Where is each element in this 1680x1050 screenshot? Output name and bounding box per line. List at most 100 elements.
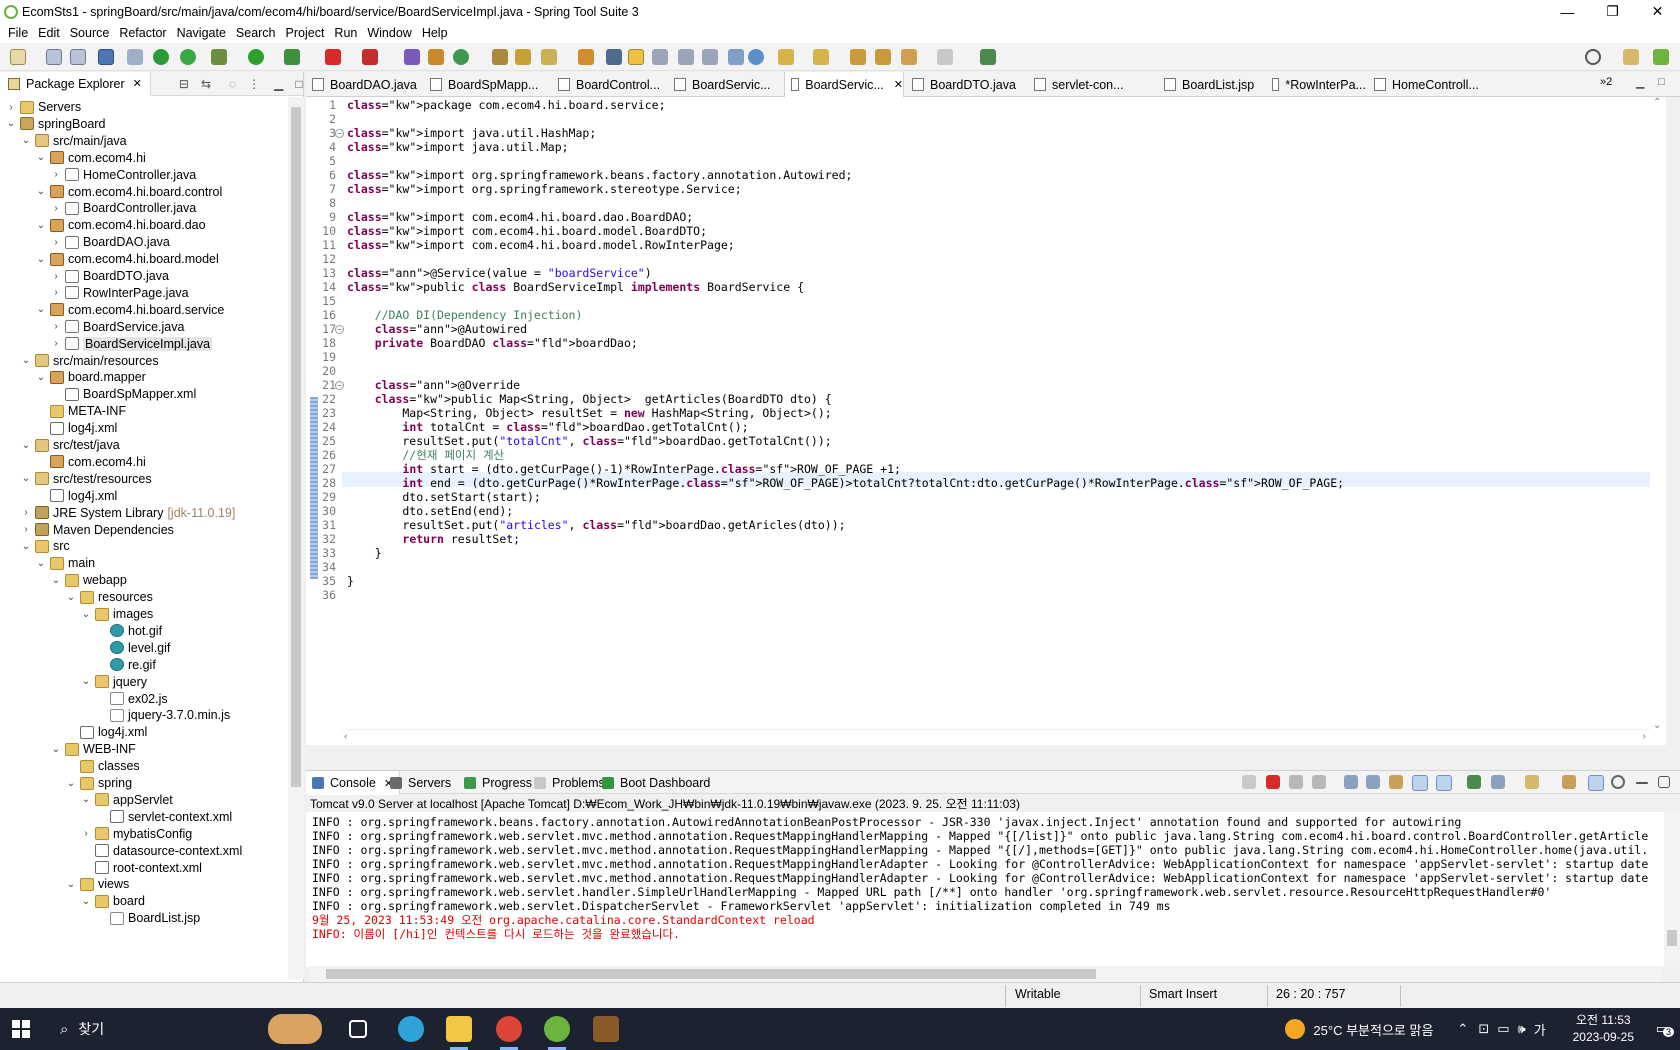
tree-item[interactable]: ⌄ com.ecom4.hi.board.dao [34, 216, 206, 234]
tree-item[interactable]: ⌄ board.mapper [34, 368, 146, 386]
editor-tab[interactable]: BoardDAO.java [306, 72, 422, 97]
forward-edit-icon[interactable] [875, 49, 891, 65]
collapse-chevron-icon[interactable]: › [49, 287, 63, 298]
tree-item[interactable]: META-INF [34, 402, 126, 420]
menu-refactor[interactable]: Refactor [117, 26, 174, 40]
ime-indicator[interactable]: 가 [1534, 1020, 1546, 1039]
search-icon[interactable] [1585, 49, 1601, 65]
spring-perspective-icon[interactable] [1653, 49, 1669, 65]
menu-search[interactable]: Search [234, 26, 284, 40]
open-folder-icon[interactable] [515, 49, 531, 65]
tree-item[interactable]: ⌄ com.ecom4.hi.board.control [34, 183, 222, 201]
editor-tab[interactable]: servlet-con... [1028, 72, 1156, 97]
taskbar-clock[interactable]: 오전 11:53 2023-09-25 [1573, 1012, 1634, 1046]
forward-icon[interactable] [937, 49, 953, 65]
run-tools-icon[interactable] [284, 49, 300, 65]
editor-tab[interactable]: BoardList.jsp [1158, 72, 1264, 97]
last-edit-location-icon[interactable] [850, 49, 866, 65]
file-explorer-icon[interactable] [446, 1016, 472, 1042]
editor-tab[interactable]: BoardControl... [552, 72, 666, 97]
back-icon[interactable] [901, 49, 917, 65]
tree-item[interactable]: › JRE System Library [jdk-11.0.19] [19, 504, 235, 522]
tree-item[interactable]: ⌄ com.ecom4.hi.board.model [34, 250, 219, 268]
console-hscroll-thumb[interactable] [326, 969, 1096, 979]
clear-console-icon[interactable] [1344, 775, 1358, 789]
collapse-chevron-icon[interactable]: › [49, 321, 63, 332]
expand-chevron-icon[interactable]: ⌄ [64, 778, 78, 789]
tree-scroll-thumb[interactable] [291, 107, 301, 787]
expand-chevron-icon[interactable]: ⌄ [34, 304, 48, 315]
tree-item[interactable]: ⌄ src/main/java [19, 132, 127, 150]
paragraph-icon[interactable] [728, 49, 744, 65]
expand-chevron-icon[interactable]: ⌄ [34, 152, 48, 163]
tree-item[interactable]: BoardSpMapper.xml [49, 385, 196, 403]
expand-chevron-icon[interactable]: ⌄ [34, 254, 48, 265]
tree-item[interactable]: ⌄ springBoard [4, 115, 106, 133]
tree-item[interactable]: ⌄ main [34, 554, 95, 572]
focus-icon[interactable]: ◌ [229, 77, 236, 91]
search-tool-icon[interactable] [541, 49, 557, 65]
fold-toggle-icon[interactable]: − [335, 381, 344, 390]
expand-chevron-icon[interactable]: ⌄ [49, 744, 63, 755]
fold-toggle-icon[interactable]: − [335, 325, 344, 334]
task-view-icon[interactable] [349, 1020, 367, 1038]
show-on-stdout-icon[interactable] [1412, 775, 1428, 791]
expand-chevron-icon[interactable]: ⌄ [19, 355, 33, 366]
code-editor[interactable]: 1 2 3−4 5 6 7 8 9 10 11 12 13 14 15 16 17−18 19 20 21−22 23… [306, 97, 1666, 745]
terminal-icon[interactable] [98, 49, 114, 65]
game-app-icon[interactable] [593, 1016, 619, 1042]
close-window-button[interactable]: ✕ [1635, 0, 1680, 23]
editor-tab[interactable]: BoardDTO.java [906, 72, 1026, 97]
tree-item[interactable]: servlet-context.xml [94, 808, 232, 826]
weather-text[interactable]: 25°C 부분적으로 맑음 [1313, 1020, 1433, 1039]
debug-icon[interactable] [211, 49, 227, 65]
tree-item[interactable]: root-context.xml [79, 859, 202, 877]
editor-tab[interactable]: BoardServic... [668, 72, 782, 97]
tree-item[interactable]: ⌄ board [79, 892, 145, 910]
editor-tab[interactable]: *RowInterPa... [1266, 72, 1366, 97]
menu-source[interactable]: Source [68, 26, 118, 40]
spring-tool-suite-icon[interactable] [544, 1016, 570, 1042]
show-hidden-icons-icon[interactable]: ⌃ [1457, 1021, 1468, 1037]
tree-item[interactable]: ⌄ WEB-INF [49, 740, 136, 758]
edge-browser-icon[interactable] [398, 1016, 424, 1042]
menu-navigate[interactable]: Navigate [175, 26, 234, 40]
expand-chevron-icon[interactable]: ⌄ [19, 541, 33, 552]
expand-chevron-icon[interactable]: ⌄ [64, 879, 78, 890]
tree-item[interactable]: ex02.js [94, 690, 168, 708]
menu-edit[interactable]: Edit [36, 26, 68, 40]
tree-item[interactable]: › Maven Dependencies [19, 521, 174, 539]
maximize-button[interactable]: ❐ [1590, 0, 1635, 23]
console-horizontal-scrollbar[interactable] [310, 966, 1662, 982]
notification-icon[interactable]: ▭ 3 [1656, 1021, 1674, 1037]
windows-start-icon[interactable] [12, 1020, 30, 1038]
tree-item[interactable]: ⌄ spring [64, 774, 132, 792]
expand-chevron-icon[interactable]: ⌄ [49, 575, 63, 586]
open-type-icon[interactable] [492, 49, 508, 65]
tree-item[interactable]: › Servers [4, 98, 81, 116]
collapse-chevron-icon[interactable]: › [49, 338, 63, 349]
editor-vertical-scrollbar[interactable]: ⌃ ⌄ [1650, 97, 1666, 745]
tree-item[interactable]: log4j.xml [34, 487, 117, 505]
tree-item[interactable]: com.ecom4.hi [34, 453, 146, 471]
tab-overflow-button[interactable]: »2 [1600, 76, 1612, 88]
minimize-editor-icon[interactable]: ▁ [1636, 76, 1644, 89]
tree-item[interactable]: ⌄ webapp [49, 571, 127, 589]
collapse-chevron-icon[interactable]: › [4, 102, 18, 113]
expand-chevron-icon[interactable]: ⌄ [19, 135, 33, 146]
tree-item[interactable]: ⌄ resources [64, 588, 153, 606]
expand-chevron-icon[interactable]: ⌄ [34, 220, 48, 231]
boot-dashboard-icon[interactable] [153, 49, 169, 65]
link-with-editor-icon[interactable]: ⇆ [201, 77, 211, 91]
block-selection-icon[interactable] [678, 49, 694, 65]
terminate-disabled-icon[interactable] [1242, 775, 1256, 789]
previous-annotation-icon[interactable] [813, 49, 829, 65]
tree-item[interactable]: › BoardDTO.java [49, 267, 169, 285]
volume-icon[interactable]: 🕪 [1518, 1021, 1526, 1037]
tree-item[interactable]: › BoardServiceImpl.java [49, 335, 213, 353]
collapse-chevron-icon[interactable]: › [49, 203, 63, 214]
tree-item[interactable]: classes [64, 757, 140, 775]
tree-item[interactable]: hot.gif [94, 622, 162, 640]
collapse-chevron-icon[interactable]: › [79, 828, 93, 839]
console-tab[interactable]: Boot Dashboard [596, 771, 716, 795]
